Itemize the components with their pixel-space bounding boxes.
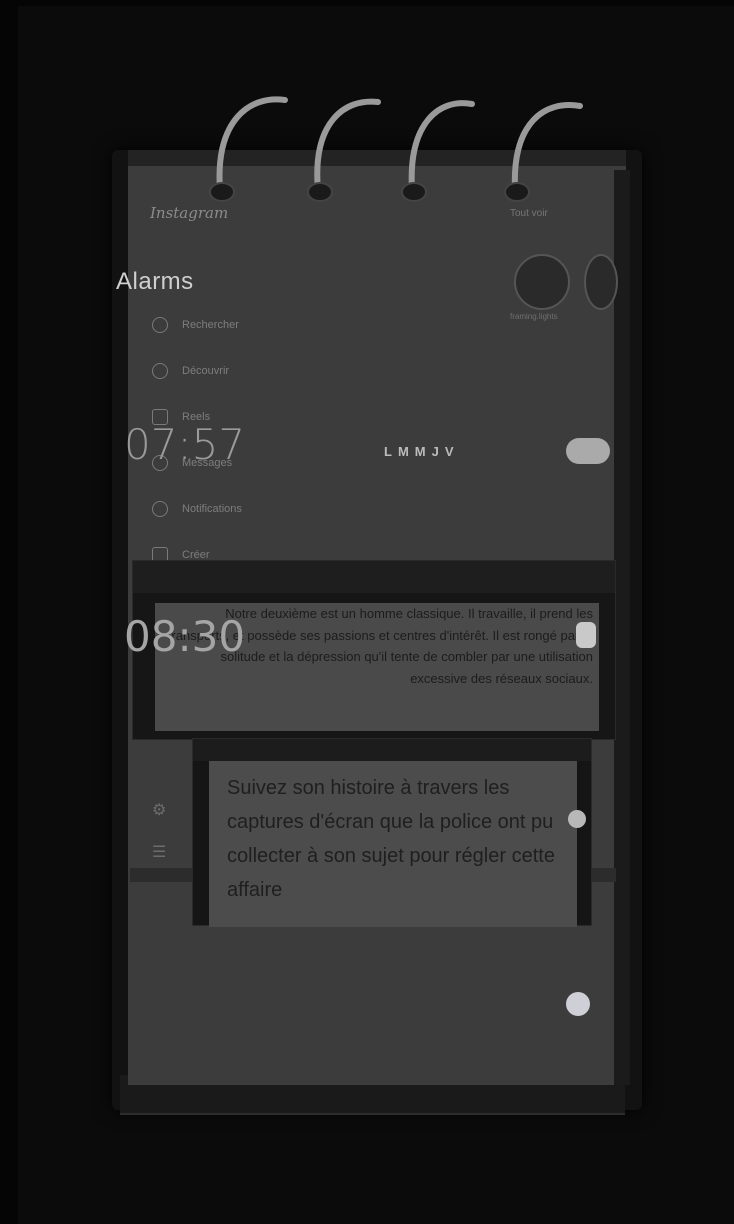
left-icon-column: ⚙ ☰ <box>152 790 166 874</box>
instagram-logo: Instagram <box>150 204 229 222</box>
alarm-toggle-1[interactable] <box>566 438 610 464</box>
alarm-toggle-2[interactable] <box>576 622 596 648</box>
search-icon <box>152 317 168 333</box>
menu-icon[interactable]: ☰ <box>152 832 166 874</box>
alarm-time-1[interactable]: 07:57 <box>124 420 245 469</box>
alarm-toggle-4[interactable] <box>566 992 590 1016</box>
alarm-time-2[interactable]: 08:30 <box>124 612 245 661</box>
alarm-days-1: LMMJV <box>384 444 460 459</box>
settings-icon[interactable]: ⚙ <box>152 790 166 832</box>
story-avatar[interactable] <box>514 254 570 310</box>
alarm-toggle-3[interactable] <box>568 810 586 828</box>
story-username: framing.lights <box>510 312 558 321</box>
story-paragraph-2: Suivez son histoire à travers les captur… <box>209 761 577 927</box>
heart-icon <box>152 501 168 517</box>
page-side-edge <box>614 170 630 1085</box>
story-avatar-2[interactable] <box>584 254 618 310</box>
page-title: Alarms <box>116 268 194 295</box>
nav-label: Notifications <box>182 503 242 515</box>
window-title-bar <box>193 739 591 761</box>
nav-item-search[interactable]: Rechercher <box>152 302 242 348</box>
see-all-link[interactable]: Tout voir <box>510 208 548 219</box>
nav-label: Découvrir <box>182 365 230 377</box>
status-bar <box>128 150 626 166</box>
text-window-2: Suivez son histoire à travers les captur… <box>192 738 592 927</box>
window-title-bar <box>133 561 615 593</box>
nav-item-explore[interactable]: Découvrir <box>152 348 242 394</box>
nav-item-notifications[interactable]: Notifications <box>152 486 242 532</box>
nav-label: Rechercher <box>182 319 239 331</box>
compass-icon <box>152 363 168 379</box>
